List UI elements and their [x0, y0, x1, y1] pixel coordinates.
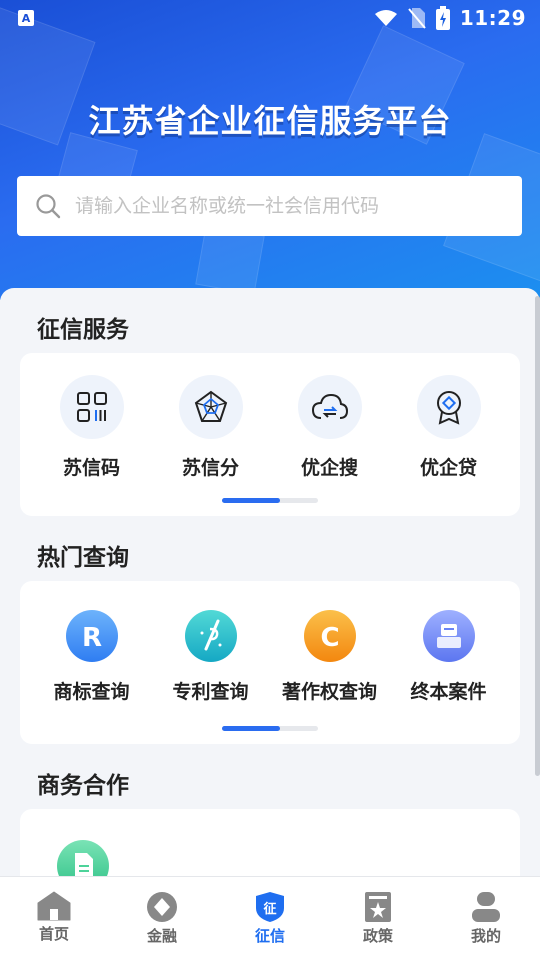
section-title-credit-services: 征信服务 [37, 317, 129, 343]
credit-badge-icon: 征 [256, 892, 284, 922]
service-label: 苏信分 [181, 457, 239, 479]
tab-label: 首页 [38, 925, 69, 943]
tab-profile[interactable]: 我的 [432, 877, 540, 960]
wifi-icon [374, 10, 397, 26]
copyright-icon: C [303, 610, 356, 662]
query-label: 商标查询 [53, 681, 130, 703]
credit-services-card: 苏信码 苏信分 优企搜 优企贷 [20, 353, 520, 516]
query-copyright[interactable]: C 著作权查询 [275, 609, 385, 704]
policy-icon [365, 892, 391, 922]
status-bar: A 11:29 [0, 0, 540, 36]
medal-icon [416, 375, 481, 439]
home-icon [37, 891, 71, 921]
section-title-hot-queries: 热门查询 [37, 545, 129, 571]
tab-credit[interactable]: 征 征信 [216, 877, 324, 960]
service-su-xin-ma[interactable]: 苏信码 [37, 375, 147, 480]
query-final-case[interactable]: 终本案件 [394, 609, 504, 704]
search-icon [36, 194, 61, 219]
profile-icon [472, 892, 500, 922]
app-notification-icon: A [18, 10, 34, 26]
service-label: 苏信码 [62, 457, 120, 479]
finance-icon [147, 892, 177, 922]
query-trademark[interactable]: R 商标查询 [37, 609, 147, 704]
pager-indicator [222, 726, 318, 731]
tab-label: 金融 [146, 927, 177, 945]
cloud-search-icon [297, 375, 362, 439]
tab-policy[interactable]: 政策 [324, 877, 432, 960]
section-title-business: 商务合作 [37, 773, 129, 799]
search-input[interactable] [75, 195, 495, 217]
pager-indicator-active [222, 726, 280, 731]
trademark-icon: R [65, 610, 118, 662]
tab-finance[interactable]: 金融 [108, 877, 216, 960]
case-icon [422, 610, 475, 662]
battery-charging-icon [435, 6, 450, 30]
query-label: 终本案件 [410, 681, 487, 703]
service-you-qi-dai[interactable]: 优企贷 [394, 375, 504, 480]
grid-code-icon [59, 375, 124, 439]
hot-queries-card: R 商标查询 专利查询 C 著作权查询 终本案件 [20, 581, 520, 744]
query-patent[interactable]: 专利查询 [156, 609, 266, 704]
header-banner [0, 0, 540, 300]
tab-home[interactable]: 首页 [0, 877, 108, 960]
search-bar[interactable] [17, 176, 522, 236]
query-label: 专利查询 [172, 681, 249, 703]
svg-text:R: R [81, 623, 101, 653]
status-time: 11:29 [459, 6, 526, 30]
pager-indicator-active [222, 498, 280, 503]
service-label: 优企搜 [300, 457, 358, 479]
no-sim-icon [408, 8, 426, 29]
bottom-tab-bar: 首页 金融 征 征信 政策 我的 [0, 876, 540, 960]
tab-label: 征信 [254, 927, 285, 945]
query-label: 著作权查询 [281, 681, 377, 703]
service-you-qi-sou[interactable]: 优企搜 [275, 375, 385, 480]
tab-label: 政策 [362, 927, 393, 945]
service-label: 优企贷 [419, 457, 477, 479]
svg-text:C: C [320, 623, 339, 653]
patent-icon [184, 610, 237, 662]
service-su-xin-fen[interactable]: 苏信分 [156, 375, 266, 480]
radar-chart-icon [178, 375, 243, 439]
main-content: 征信服务 苏信码 苏信分 优企搜 优企贷 热门查询 R 商标查询 专利查询 C … [0, 288, 540, 929]
page-title: 江苏省企业征信服务平台 [88, 102, 452, 140]
scrollbar[interactable] [535, 296, 540, 776]
pager-indicator [222, 498, 318, 503]
svg-text:征: 征 [263, 901, 276, 917]
tab-label: 我的 [470, 927, 501, 945]
